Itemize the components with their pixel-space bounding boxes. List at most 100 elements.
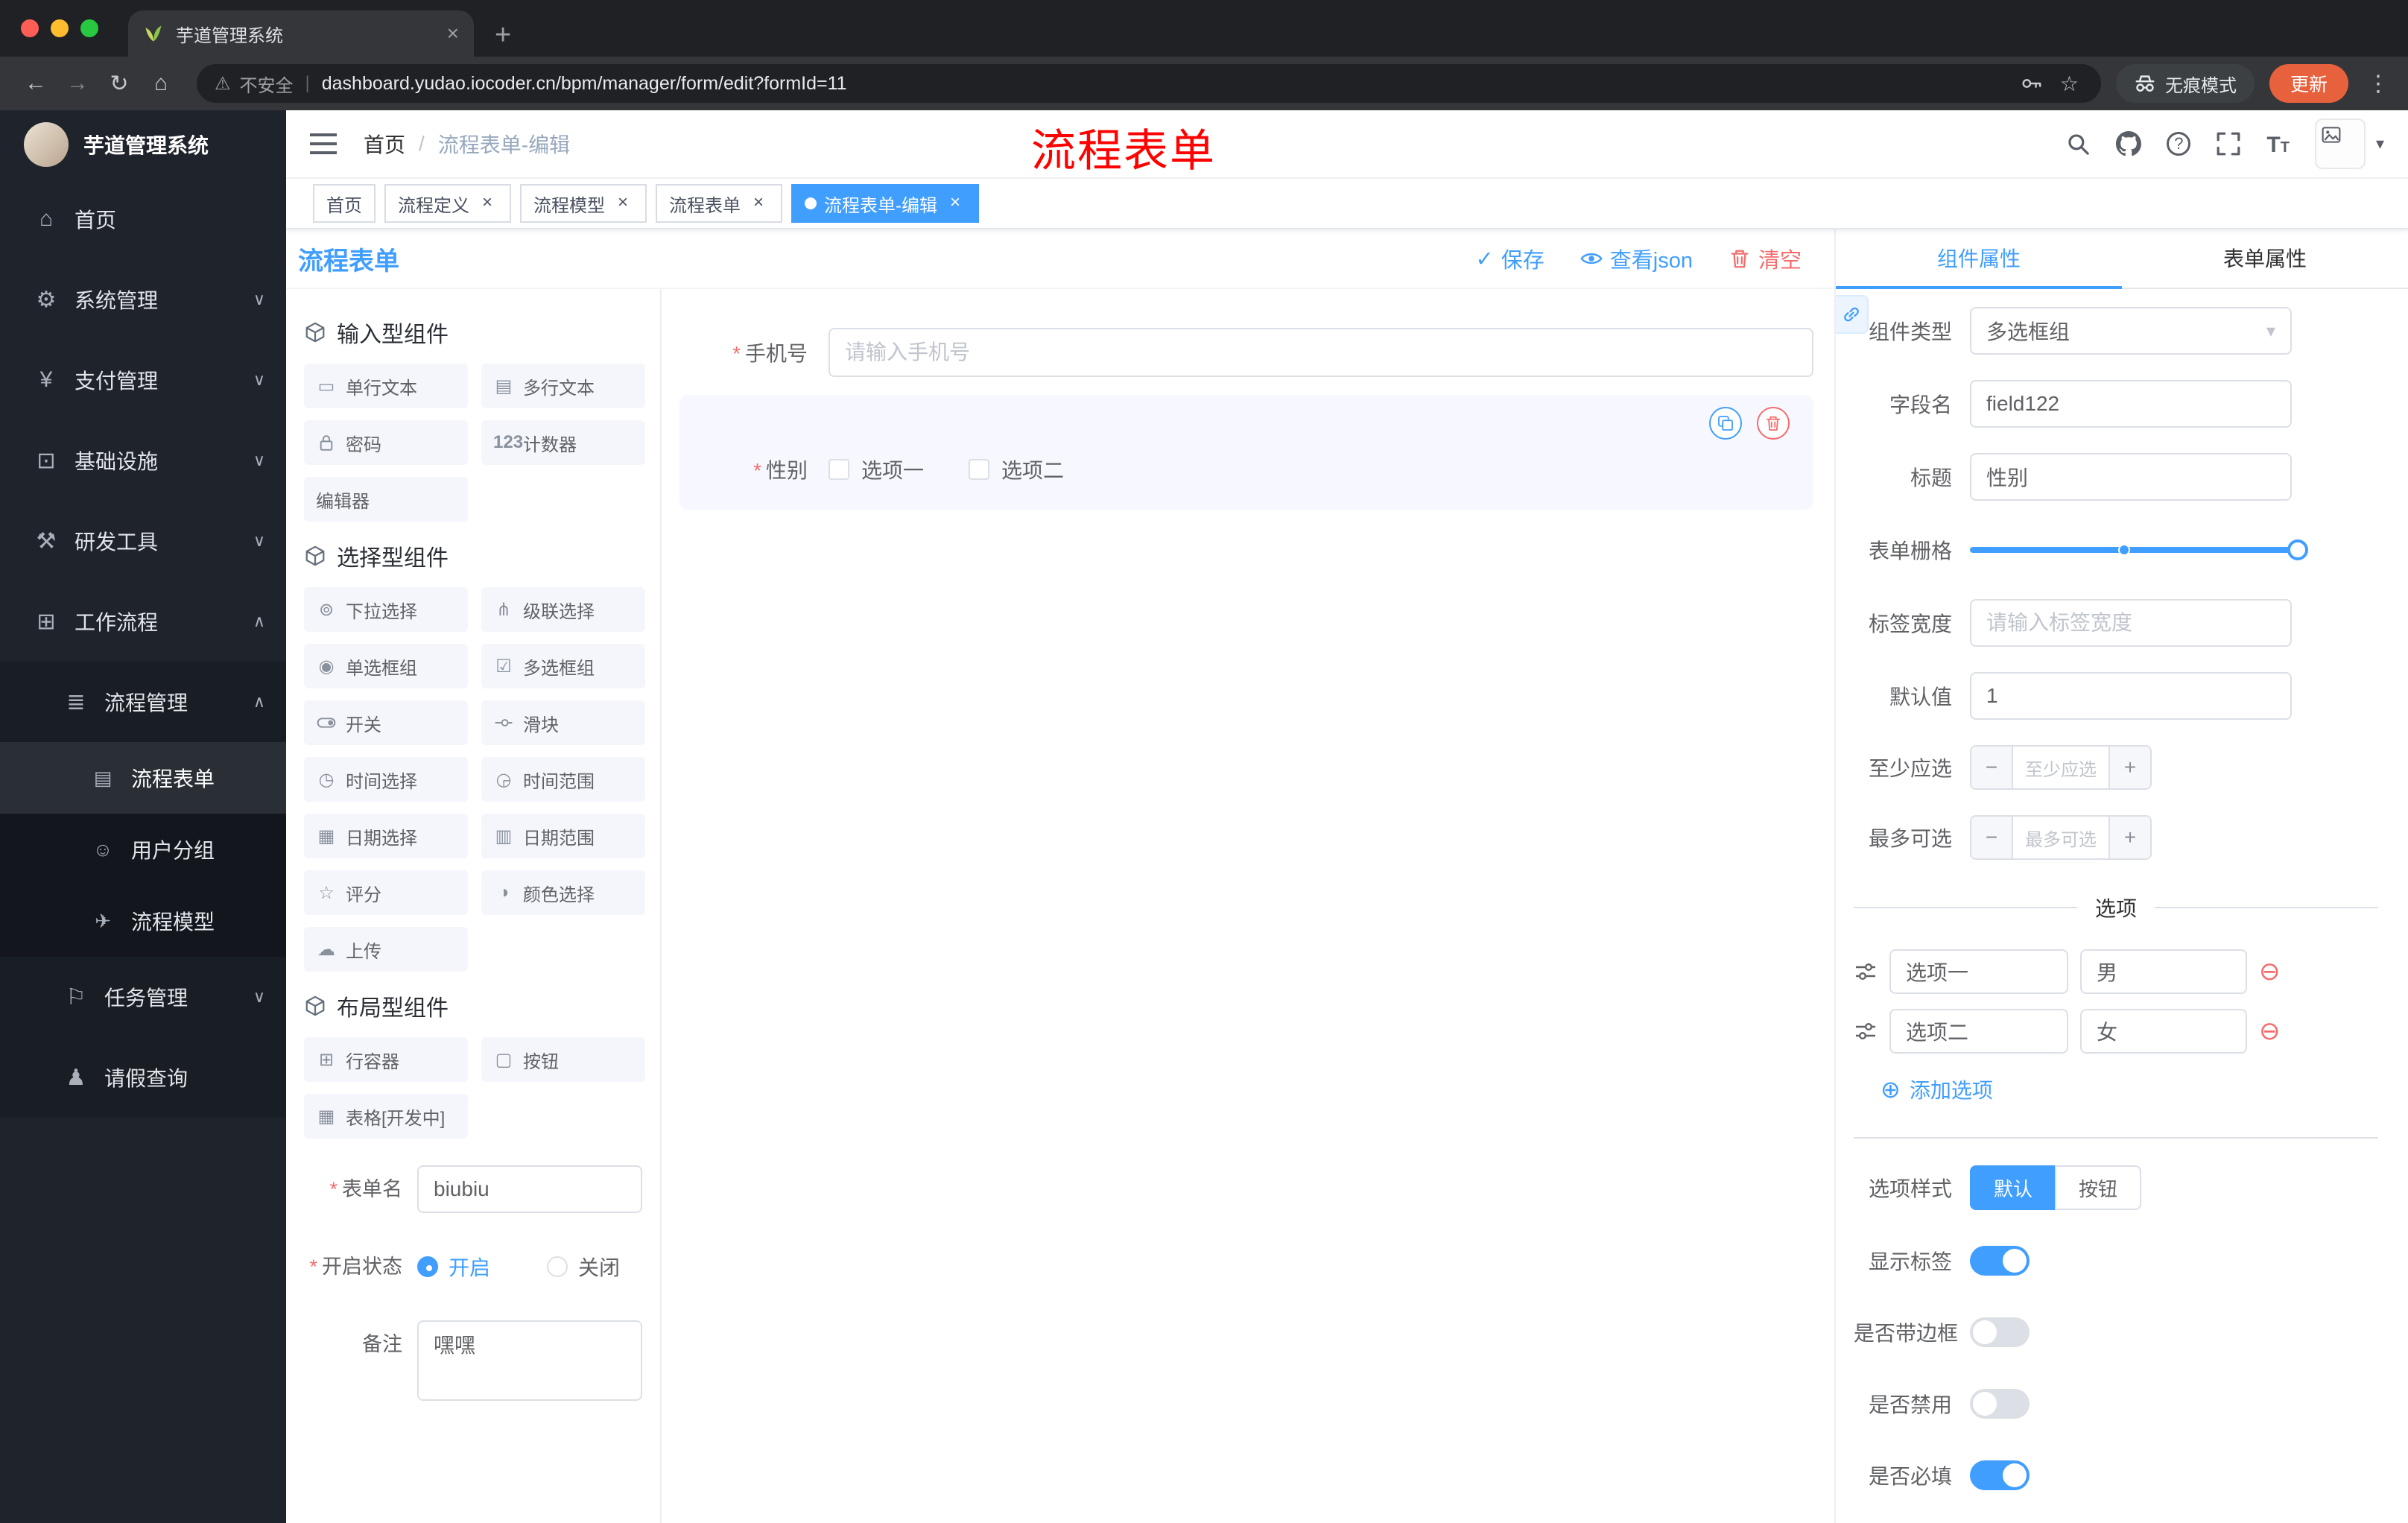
sidebar-item-task-management[interactable]: ⚐ 任务管理 ∨: [0, 957, 286, 1037]
disabled-switch[interactable]: [1970, 1389, 2030, 1419]
component-item-counter[interactable]: 123 计数器: [481, 420, 645, 465]
password-key-icon[interactable]: [2020, 72, 2042, 95]
sidebar-item-process-model[interactable]: ✈ 流程模型: [0, 885, 286, 957]
component-type-select[interactable]: 多选框组 ▾: [1970, 307, 2292, 355]
gender-option-1-checkbox[interactable]: 选项一: [828, 455, 924, 484]
sidebar-item-leave-query[interactable]: ♟ 请假查询: [0, 1037, 286, 1118]
field-name-input[interactable]: [1970, 380, 2292, 428]
remove-option-icon[interactable]: ⊖: [2259, 959, 2281, 984]
copy-component-button[interactable]: [1709, 407, 1742, 440]
sidebar-item-dev-tools[interactable]: ⚒ 研发工具 ∨: [0, 501, 286, 581]
canvas-field-gender-selected[interactable]: * 性别 选项一 选项二: [679, 395, 1813, 510]
component-item-time-range[interactable]: ◶ 时间范围: [481, 757, 645, 802]
option-value-input[interactable]: [2080, 1009, 2247, 1054]
component-item-time-picker[interactable]: ◷ 时间选择: [304, 757, 468, 802]
link-anchor-button[interactable]: [1836, 295, 1869, 334]
tab-component-props[interactable]: 组件属性: [1836, 229, 2122, 289]
status-on-radio[interactable]: 开启: [417, 1252, 490, 1282]
delete-component-button[interactable]: [1757, 407, 1790, 440]
update-button[interactable]: 更新: [2269, 64, 2348, 103]
with-border-switch[interactable]: [1970, 1317, 2030, 1347]
component-item-multiline-text[interactable]: ▤ 多行文本: [481, 364, 645, 408]
component-item-cascader[interactable]: ⋔ 级联选择: [481, 587, 645, 632]
default-value-input[interactable]: [1970, 672, 2292, 720]
forward-button[interactable]: →: [57, 71, 98, 96]
tab-form-props[interactable]: 表单属性: [2122, 229, 2408, 288]
component-item-slider[interactable]: 滑块: [481, 700, 645, 745]
component-item-select[interactable]: ⊚ 下拉选择: [304, 587, 468, 632]
title-input[interactable]: [1970, 453, 2292, 501]
sidebar-item-home[interactable]: ⌂ 首页: [0, 179, 286, 259]
form-name-input[interactable]: [417, 1165, 642, 1213]
window-close-button[interactable]: [21, 19, 39, 37]
reload-button[interactable]: ↻: [98, 71, 140, 97]
drag-handle-icon[interactable]: [1854, 1019, 1878, 1043]
bookmark-star-icon[interactable]: ☆: [2060, 72, 2079, 96]
security-label[interactable]: 不安全: [240, 71, 294, 97]
component-item-date-range[interactable]: ▥ 日期范围: [481, 814, 645, 858]
help-icon[interactable]: ?: [2167, 132, 2191, 156]
sidebar-item-payment[interactable]: ¥ 支付管理 ∨: [0, 340, 286, 420]
increase-button[interactable]: +: [2108, 747, 2150, 788]
address-bar[interactable]: ⚠ 不安全 | dashboard.yudao.iocoder.cn/bpm/m…: [197, 64, 2101, 103]
view-json-button[interactable]: 查看json: [1580, 243, 1693, 274]
tag-close-icon[interactable]: ×: [477, 193, 498, 214]
phone-input[interactable]: [828, 328, 1813, 377]
tag-process-form-edit[interactable]: 流程表单-编辑 ×: [791, 184, 979, 223]
window-minimize-button[interactable]: [51, 19, 69, 37]
home-button[interactable]: ⌂: [140, 71, 182, 96]
checkbox-box[interactable]: [969, 459, 990, 480]
font-size-icon[interactable]: TT: [2266, 130, 2290, 158]
drag-handle-icon[interactable]: [1854, 960, 1878, 984]
user-avatar[interactable]: [2314, 118, 2366, 169]
save-button[interactable]: ✓ 保存: [1475, 243, 1544, 274]
component-item-rate[interactable]: ☆ 评分: [304, 870, 468, 915]
component-item-color-picker[interactable]: ◑ 颜色选择: [481, 870, 645, 915]
search-icon[interactable]: [2065, 131, 2091, 156]
canvas-field-phone[interactable]: * 手机号: [679, 328, 1813, 377]
github-icon[interactable]: [2116, 131, 2141, 156]
browser-tab[interactable]: 芋道管理系统 ×: [128, 10, 474, 57]
sidebar-item-system[interactable]: ⚙ 系统管理 ∨: [0, 259, 286, 340]
remove-option-icon[interactable]: ⊖: [2259, 1019, 2281, 1044]
sidebar-item-workflow[interactable]: ⊞ 工作流程 ∧: [0, 581, 286, 662]
checkbox-box[interactable]: [828, 459, 849, 480]
status-off-radio[interactable]: 关闭: [547, 1252, 620, 1282]
form-grid-slider[interactable]: [1970, 539, 2308, 560]
breadcrumb-home[interactable]: 首页: [364, 129, 405, 159]
component-item-single-line-text[interactable]: ▭ 单行文本: [304, 364, 468, 408]
fullscreen-icon[interactable]: [2216, 131, 2241, 156]
tag-home[interactable]: 首页: [313, 184, 376, 223]
component-item-radio-group[interactable]: ◉ 单选框组: [304, 644, 468, 688]
option-name-input[interactable]: [1889, 1009, 2068, 1054]
component-item-password[interactable]: 密码: [304, 420, 468, 465]
label-width-input[interactable]: [1970, 599, 2292, 647]
new-tab-button[interactable]: +: [495, 21, 511, 49]
browser-menu-icon[interactable]: ⋮: [2363, 71, 2393, 97]
window-zoom-button[interactable]: [80, 19, 98, 37]
option-name-input[interactable]: [1889, 949, 2068, 994]
increase-button[interactable]: +: [2108, 817, 2150, 858]
max-select-placeholder[interactable]: 最多可选: [2013, 817, 2108, 858]
min-select-placeholder[interactable]: 至少应选: [2013, 747, 2108, 788]
sidebar-item-infrastructure[interactable]: ⊡ 基础设施 ∨: [0, 420, 286, 501]
component-item-row-container[interactable]: ⊞ 行容器: [304, 1037, 468, 1082]
component-item-date-picker[interactable]: ▦ 日期选择: [304, 814, 468, 858]
tag-process-form[interactable]: 流程表单 ×: [656, 184, 782, 223]
tag-close-icon[interactable]: ×: [612, 193, 633, 214]
component-item-switch[interactable]: 开关: [304, 700, 468, 745]
tag-close-icon[interactable]: ×: [748, 193, 769, 214]
tab-close-icon[interactable]: ×: [447, 23, 459, 44]
sidebar-item-user-group[interactable]: ☺ 用户分组: [0, 814, 286, 885]
component-item-checkbox-group[interactable]: ☑ 多选框组: [481, 644, 645, 688]
gender-option-2-checkbox[interactable]: 选项二: [969, 455, 1064, 484]
back-button[interactable]: ←: [15, 71, 57, 96]
tag-process-definition[interactable]: 流程定义 ×: [384, 184, 511, 223]
form-remark-textarea[interactable]: [417, 1320, 642, 1401]
sidebar-item-process-management[interactable]: ≣ 流程管理 ∧: [0, 662, 286, 742]
sidebar-item-process-form[interactable]: ▤ 流程表单: [0, 742, 286, 814]
decrease-button[interactable]: −: [1971, 817, 2013, 858]
component-item-table[interactable]: ▦ 表格[开发中]: [304, 1094, 468, 1139]
slider-handle[interactable]: [2287, 539, 2308, 560]
add-option-button[interactable]: ⊕ 添加选项: [1881, 1074, 2378, 1104]
